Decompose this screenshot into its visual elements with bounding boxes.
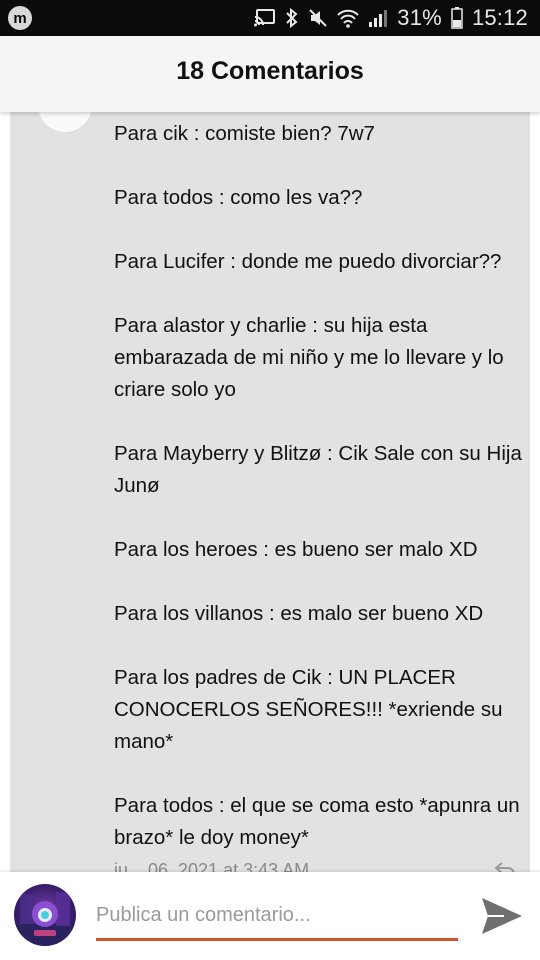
- comment-line: Junø: [114, 474, 160, 497]
- comment-line: Para los villanos : es malo ser bueno XD: [114, 602, 484, 625]
- battery-icon: [451, 7, 463, 29]
- send-icon: [482, 898, 522, 934]
- cast-icon: [254, 9, 276, 27]
- comment-line: Para cik : comiste bien? 7w7: [114, 122, 375, 145]
- comment-line: Para los padres de Cik : UN PLACER: [114, 666, 456, 689]
- bluetooth-icon: [285, 8, 299, 28]
- comment-line: criare solo yo: [114, 378, 236, 401]
- clock: 15:12: [471, 5, 528, 30]
- status-icons: 31% 15:12: [254, 0, 528, 36]
- comment-composer: [0, 872, 540, 960]
- commenter-avatar[interactable]: [38, 112, 92, 132]
- user-avatar[interactable]: [14, 884, 76, 946]
- wifi-icon: [337, 8, 360, 28]
- comment-line: mano*: [114, 730, 174, 753]
- app-notification-icon: m: [8, 6, 32, 30]
- comments-list[interactable]: Para cik : comiste bien? 7w7 Para todos …: [0, 112, 540, 872]
- avatar-artwork-icon: [14, 892, 76, 946]
- comment-line: Para todos : como les va??: [114, 186, 363, 209]
- comment-line: CONOCERLOS SEÑORES!!! *exriende su: [114, 698, 503, 721]
- reply-icon[interactable]: [494, 862, 516, 872]
- comment-text: Para cik : comiste bien? 7w7 Para todos …: [114, 118, 534, 854]
- comment-line: Para Mayberry y Blitzø : Cik Sale con su…: [114, 442, 522, 465]
- page-header: 18 Comentarios: [0, 36, 540, 112]
- comment-line: Para Lucifer : donde me puedo divorciar?…: [114, 250, 502, 273]
- comment-line: embarazada de mi niño y me lo llevare y …: [114, 346, 504, 369]
- battery-percent: 31%: [397, 5, 442, 30]
- mute-icon: [308, 8, 328, 28]
- send-button[interactable]: [478, 894, 526, 938]
- page-title: 18 Comentarios: [176, 56, 364, 85]
- signal-icon: [368, 8, 388, 28]
- comment-card[interactable]: Para cik : comiste bien? 7w7 Para todos …: [10, 112, 530, 872]
- comment-line: Para todos : el que se coma esto *apunra…: [114, 794, 520, 817]
- status-bar: m 31% 15:12: [0, 0, 540, 36]
- comment-line: Para los heroes : es bueno ser malo XD: [114, 538, 478, 561]
- comment-input[interactable]: [96, 892, 458, 941]
- comment-line: Para alastor y charlie : su hija esta: [114, 314, 428, 337]
- comment-line: brazo* le doy money*: [114, 826, 309, 849]
- comment-timestamp: ju... 06, 2021 at 3:43 AM: [114, 860, 310, 872]
